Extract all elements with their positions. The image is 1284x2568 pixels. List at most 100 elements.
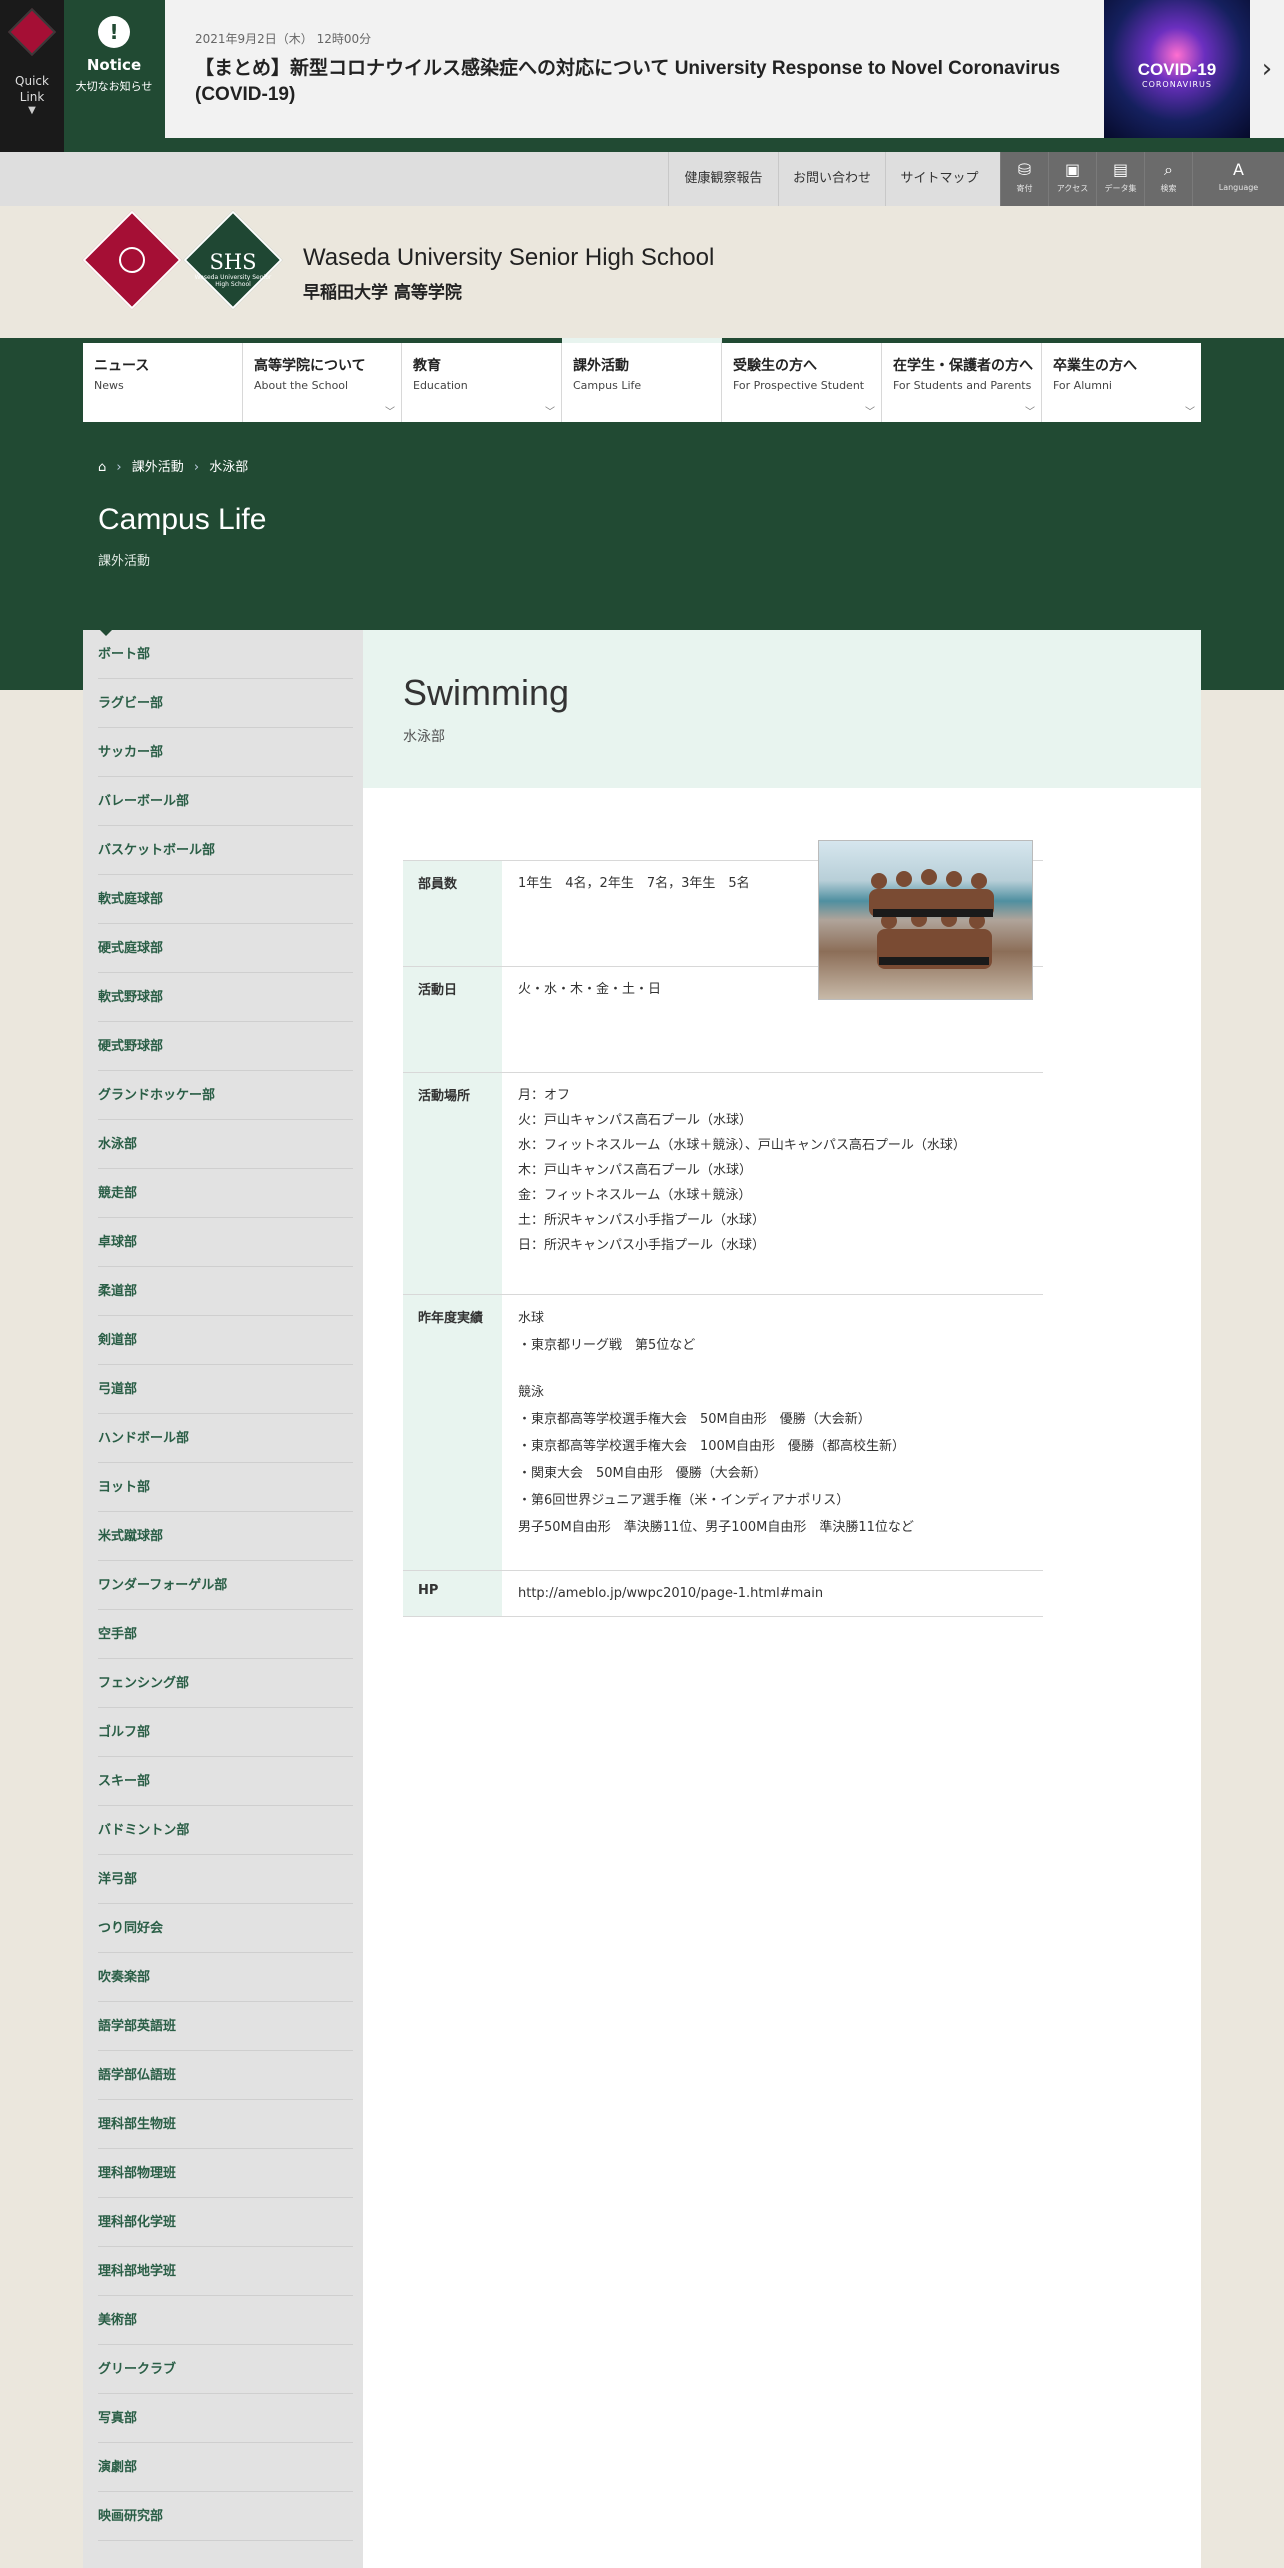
search-button[interactable]: ⌕ 検索 bbox=[1144, 152, 1192, 206]
chevron-down-icon: ﹀ bbox=[865, 407, 875, 418]
info-value: 月：オフ 火：戸山キャンパス高石プール（水球） 水：フィットネスルーム（水球＋競… bbox=[502, 1073, 1022, 1258]
sidebar-item[interactable]: 軟式野球部 bbox=[98, 973, 353, 1022]
data-button[interactable]: ▤ データ集 bbox=[1096, 152, 1144, 206]
sidebar-item[interactable]: ゴルフ部 bbox=[98, 1708, 353, 1757]
sidebar-item[interactable]: グランドホッケー部 bbox=[98, 1071, 353, 1120]
sidebar-item[interactable]: サッカー部 bbox=[98, 728, 353, 777]
quick-link-button[interactable]: Quick Link ▼ bbox=[0, 0, 64, 152]
result-line: ・東京都高等学校選手権大会 100M自由形 優勝（都高校生新） bbox=[518, 1439, 906, 1454]
breadcrumb: ⌂ › 課外活動 › 水泳部 bbox=[98, 456, 254, 475]
breadcrumb-separator: › bbox=[116, 460, 122, 475]
sidebar-item[interactable]: ハンドボール部 bbox=[98, 1414, 353, 1463]
sidebar-item[interactable]: 洋弓部 bbox=[98, 1855, 353, 1904]
sidebar-item[interactable]: 演劇部 bbox=[98, 2443, 353, 2492]
sidebar-item[interactable]: ラグビー部 bbox=[98, 679, 353, 728]
nav-news-jp: ニュース bbox=[94, 358, 150, 374]
info-label: HP bbox=[403, 1571, 502, 1616]
notice-title-link[interactable]: 【まとめ】新型コロナウイルス感染症への対応について University Res… bbox=[195, 56, 1075, 108]
language-icon: A bbox=[1233, 160, 1244, 179]
sidebar-item[interactable]: 軟式庭球部 bbox=[98, 875, 353, 924]
sidebar-item[interactable]: バレーボール部 bbox=[98, 777, 353, 826]
sidebar-item[interactable]: バスケットボール部 bbox=[98, 826, 353, 875]
team-photo bbox=[818, 840, 1033, 1000]
contact-link[interactable]: お問い合わせ bbox=[778, 152, 885, 206]
sidebar-item[interactable]: 吹奏楽部 bbox=[98, 1953, 353, 2002]
covid-banner-image[interactable]: COVID-19 CORONAVIRUS bbox=[1104, 0, 1250, 138]
nav-alumni[interactable]: 卒業生の方へ For Alumni ﹀ bbox=[1042, 343, 1201, 422]
sidebar-item[interactable]: ボート部 bbox=[98, 630, 353, 679]
nav-students[interactable]: 在学生・保護者の方へ For Students and Parents ﹀ bbox=[882, 343, 1042, 422]
place-line: 日：所沢キャンパス小手指プール（水球） bbox=[518, 1238, 766, 1253]
site-header: SHS Waseda University Senior High School… bbox=[0, 206, 1284, 338]
sidebar-item[interactable]: ワンダーフォーゲル部 bbox=[98, 1561, 353, 1610]
sidebar-item[interactable]: スキー部 bbox=[98, 1757, 353, 1806]
sidebar-item[interactable]: 柔道部 bbox=[98, 1267, 353, 1316]
health-report-link[interactable]: 健康観察報告 bbox=[668, 152, 778, 206]
sidebar-item[interactable]: 硬式庭球部 bbox=[98, 924, 353, 973]
sidebar-item[interactable]: 弓道部 bbox=[98, 1365, 353, 1414]
chevron-down-icon: ﹀ bbox=[385, 407, 395, 418]
result-line bbox=[518, 1359, 1022, 1379]
sidebar-item[interactable]: 映画研究部 bbox=[98, 2492, 353, 2541]
sitemap-link[interactable]: サイトマップ bbox=[885, 152, 993, 206]
info-label: 活動場所 bbox=[403, 1073, 502, 1294]
result-line: ・関東大会 50M自由形 優勝（大会新） bbox=[518, 1466, 767, 1481]
sidebar-item[interactable]: 写真部 bbox=[98, 2394, 353, 2443]
sidebar-item[interactable]: ヨット部 bbox=[98, 1463, 353, 1512]
info-row-hp: HP http://ameblo.jp/wwpc2010/page-1.html… bbox=[403, 1570, 1043, 1617]
sidebar-item[interactable]: 美術部 bbox=[98, 2296, 353, 2345]
sidebar-item[interactable]: グリークラブ bbox=[98, 2345, 353, 2394]
sidebar-item[interactable]: 理科部地学班 bbox=[98, 2247, 353, 2296]
chevron-right-icon[interactable]: › bbox=[1250, 0, 1284, 138]
nav-about[interactable]: 高等学院について About the School ﹀ bbox=[243, 343, 402, 422]
search-icon: ⌕ bbox=[1164, 160, 1173, 179]
nav-campus-life[interactable]: 課外活動 Campus Life bbox=[562, 338, 722, 422]
sidebar-item[interactable]: 語学部英語班 bbox=[98, 2002, 353, 2051]
nav-prospective[interactable]: 受験生の方へ For Prospective Student ﹀ bbox=[722, 343, 882, 422]
nav-students-jp: 在学生・保護者の方へ bbox=[893, 358, 1033, 374]
chevron-down-icon: ﹀ bbox=[1025, 407, 1035, 418]
page-subtitle: 課外活動 bbox=[98, 554, 151, 569]
info-row-results: 昨年度実績 水球 ・東京都リーグ戦 第5位など 競泳 ・東京都高等学校選手権大会… bbox=[403, 1294, 1043, 1570]
notice-label-jp: 大切なお知らせ bbox=[75, 80, 153, 93]
language-button[interactable]: A Language bbox=[1192, 152, 1284, 206]
sidebar-item[interactable]: フェンシング部 bbox=[98, 1659, 353, 1708]
donate-button[interactable]: ⛁ 寄付 bbox=[1000, 152, 1048, 206]
sidebar-item[interactable]: 競走部 bbox=[98, 1169, 353, 1218]
result-line: 競泳 bbox=[518, 1385, 545, 1400]
result-line: 男子50M自由形 準決勝11位、男子100M自由形 準決勝11位など bbox=[518, 1520, 914, 1535]
sidebar-item[interactable]: 卓球部 bbox=[98, 1218, 353, 1267]
result-line: 水球 bbox=[518, 1311, 545, 1326]
site-name-en[interactable]: Waseda University Senior High School bbox=[303, 244, 714, 272]
sidebar-item[interactable]: 米式蹴球部 bbox=[98, 1512, 353, 1561]
sidebar-pointer bbox=[98, 628, 114, 636]
access-button[interactable]: ▣ アクセス bbox=[1048, 152, 1096, 206]
nav-prospective-en: For Prospective Student bbox=[733, 379, 865, 392]
breadcrumb-current: 水泳部 bbox=[209, 460, 249, 475]
site-name-jp[interactable]: 早稲田大学 高等学院 bbox=[303, 278, 462, 303]
nav-news[interactable]: ニュース News bbox=[83, 343, 243, 422]
breadcrumb-campus-life[interactable]: 課外活動 bbox=[132, 460, 184, 475]
nav-education[interactable]: 教育 Education ﹀ bbox=[402, 343, 562, 422]
sidebar-item[interactable]: 理科部生物班 bbox=[98, 2100, 353, 2149]
sidebar-item[interactable]: 硬式野球部 bbox=[98, 1022, 353, 1071]
hp-link[interactable]: http://ameblo.jp/wwpc2010/page-1.html#ma… bbox=[502, 1571, 1022, 1606]
result-line: ・東京都リーグ戦 第5位など bbox=[518, 1338, 696, 1353]
sidebar-item[interactable]: 語学部仏語班 bbox=[98, 2051, 353, 2100]
donate-icon: ⛁ bbox=[1017, 160, 1032, 179]
sidebar-item[interactable]: 理科部化学班 bbox=[98, 2198, 353, 2247]
data-label: データ集 bbox=[1104, 184, 1137, 193]
place-line: 水：フィットネスルーム（水球＋競泳）、戸山キャンパス高石プール（水球） bbox=[518, 1138, 966, 1153]
sidebar-item[interactable]: 空手部 bbox=[98, 1610, 353, 1659]
notice-panel[interactable]: 2021年9月2日（木） 12時00分 【まとめ】新型コロナウイルス感染症への対… bbox=[165, 0, 1104, 138]
chevron-down-icon: ﹀ bbox=[1185, 407, 1195, 418]
sidebar-item[interactable]: 理科部物理班 bbox=[98, 2149, 353, 2198]
sidebar-list: ボート部 ラグビー部 サッカー部 バレーボール部 バスケットボール部 軟式庭球部 硬式庭球部… bbox=[83, 630, 363, 2541]
breadcrumb-separator: › bbox=[193, 460, 200, 475]
sidebar-item[interactable]: つり同好会 bbox=[98, 1904, 353, 1953]
sidebar-item[interactable]: バドミントン部 bbox=[98, 1806, 353, 1855]
waseda-logo[interactable] bbox=[82, 210, 182, 310]
home-icon[interactable]: ⌂ bbox=[98, 460, 106, 475]
sidebar-item[interactable]: 剣道部 bbox=[98, 1316, 353, 1365]
sidebar-item[interactable]: 水泳部 bbox=[98, 1120, 353, 1169]
